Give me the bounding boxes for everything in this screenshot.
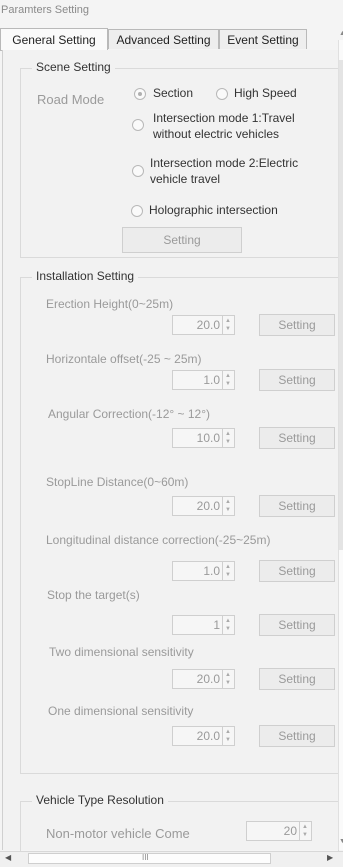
one-dimensional-sensitivity-label: One dimensional sensitivity	[48, 704, 194, 718]
radio-section-label: Section	[153, 86, 194, 100]
one-dimensional-sensitivity-spin-arrows[interactable]: ▲ ▼	[222, 727, 234, 745]
vertical-scrollbar-thumb[interactable]	[339, 60, 343, 550]
radio-intersection-mode-1[interactable]	[132, 119, 144, 131]
stopline-distance-label: StopLine Distance(0~60m)	[46, 475, 189, 489]
non-motor-vehicle-label: Non-motor vehicle Come	[46, 826, 190, 841]
tab-advanced-setting[interactable]: Advanced Setting	[108, 29, 219, 49]
angular-correction-input[interactable]: 10.0 ▲ ▼	[172, 428, 235, 448]
horizontal-offset-input[interactable]: 1.0 ▲ ▼	[172, 370, 235, 390]
horizontal-offset-setting-button[interactable]: Setting	[259, 369, 335, 391]
stop-target-label: Stop the target(s)	[47, 588, 140, 602]
longitudinal-correction-spin-arrows[interactable]: ▲ ▼	[222, 562, 234, 580]
stop-target-spin-arrows[interactable]: ▲ ▼	[222, 616, 234, 634]
longitudinal-correction-value: 1.0	[203, 564, 220, 578]
road-mode-label: Road Mode	[37, 92, 105, 107]
window-title: Paramters Setting	[1, 4, 90, 16]
horizontal-offset-label: Horizontale offset(-25 ~ 25m)	[46, 352, 202, 366]
radio-intersection-mode-2-line2: vehicle travel	[150, 172, 221, 186]
scroll-down-arrow-icon[interactable]: ▼	[339, 838, 343, 845]
two-dimensional-sensitivity-spin-arrows[interactable]: ▲ ▼	[222, 670, 234, 688]
non-motor-vehicle-input[interactable]: 20 ▲ ▼	[246, 821, 312, 841]
two-dimensional-sensitivity-setting-button[interactable]: Setting	[259, 668, 335, 690]
stopline-distance-spin-arrows[interactable]: ▲ ▼	[222, 497, 234, 515]
erection-height-spin-arrows[interactable]: ▲ ▼	[222, 316, 234, 334]
horizontal-offset-spin-arrows[interactable]: ▲ ▼	[222, 371, 234, 389]
radio-intersection-mode-2-line1: Intersection mode 2:Electric	[150, 156, 299, 170]
radio-high-speed[interactable]	[216, 88, 228, 100]
two-dimensional-sensitivity-input[interactable]: 20.0 ▲ ▼	[172, 669, 235, 689]
stop-target-value: 1	[213, 618, 220, 632]
stopline-distance-setting-button[interactable]: Setting	[259, 495, 335, 517]
vehicle-type-title: Vehicle Type Resolution	[32, 793, 168, 807]
radio-high-speed-label: High Speed	[234, 86, 297, 100]
erection-height-input[interactable]: 20.0 ▲ ▼	[172, 315, 235, 335]
two-dimensional-sensitivity-label: Two dimensional sensitivity	[49, 645, 194, 659]
stop-target-setting-button[interactable]: Setting	[259, 614, 335, 636]
horizontal-offset-value: 1.0	[203, 373, 220, 387]
longitudinal-correction-input[interactable]: 1.0 ▲ ▼	[172, 561, 235, 581]
radio-intersection-mode-1-line1: Intersection mode 1:Travel	[153, 111, 295, 125]
scroll-right-arrow-icon[interactable]: ▶	[327, 853, 333, 862]
tab-general-setting[interactable]: General Setting	[0, 28, 108, 50]
radio-holographic-intersection[interactable]	[131, 205, 143, 217]
one-dimensional-sensitivity-value: 20.0	[196, 729, 220, 743]
one-dimensional-sensitivity-setting-button[interactable]: Setting	[259, 725, 335, 747]
erection-height-label: Erection Height(0~25m)	[46, 297, 174, 311]
tab-event-setting[interactable]: Event Setting	[219, 29, 307, 49]
angular-correction-spin-arrows[interactable]: ▲ ▼	[222, 429, 234, 447]
longitudinal-correction-label: Longitudinal distance correction(-25~25m…	[46, 533, 271, 547]
scene-setting-title: Scene Setting	[32, 60, 115, 74]
angular-correction-label: Angular Correction(-12° ~ 12°)	[48, 407, 211, 421]
non-motor-vehicle-spin-arrows[interactable]: ▲ ▼	[299, 822, 311, 840]
one-dimensional-sensitivity-input[interactable]: 20.0 ▲ ▼	[172, 726, 235, 746]
longitudinal-correction-setting-button[interactable]: Setting	[259, 560, 335, 582]
stopline-distance-input[interactable]: 20.0 ▲ ▼	[172, 496, 235, 516]
radio-intersection-mode-1-line2: without electric vehicles	[153, 127, 280, 141]
stopline-distance-value: 20.0	[196, 499, 220, 513]
erection-height-setting-button[interactable]: Setting	[259, 314, 335, 336]
stop-target-input[interactable]: 1 ▲ ▼	[172, 615, 235, 635]
angular-correction-value: 10.0	[196, 431, 220, 445]
non-motor-vehicle-value: 20	[283, 824, 297, 838]
radio-section[interactable]	[134, 88, 146, 100]
scroll-up-arrow-icon[interactable]: ▲	[339, 30, 343, 37]
radio-intersection-mode-2[interactable]	[132, 165, 144, 177]
two-dimensional-sensitivity-value: 20.0	[196, 672, 220, 686]
scroll-left-arrow-icon[interactable]: ◀	[5, 853, 11, 862]
erection-height-value: 20.0	[196, 318, 220, 332]
angular-correction-setting-button[interactable]: Setting	[259, 427, 335, 449]
radio-holographic-intersection-label: Holographic intersection	[149, 203, 278, 217]
scrollbar-grip-icon: III	[142, 853, 149, 862]
horizontal-scrollbar-thumb[interactable]: III	[28, 853, 271, 864]
scene-setting-button[interactable]: Setting	[122, 227, 242, 253]
installation-setting-title: Installation Setting	[32, 269, 139, 283]
